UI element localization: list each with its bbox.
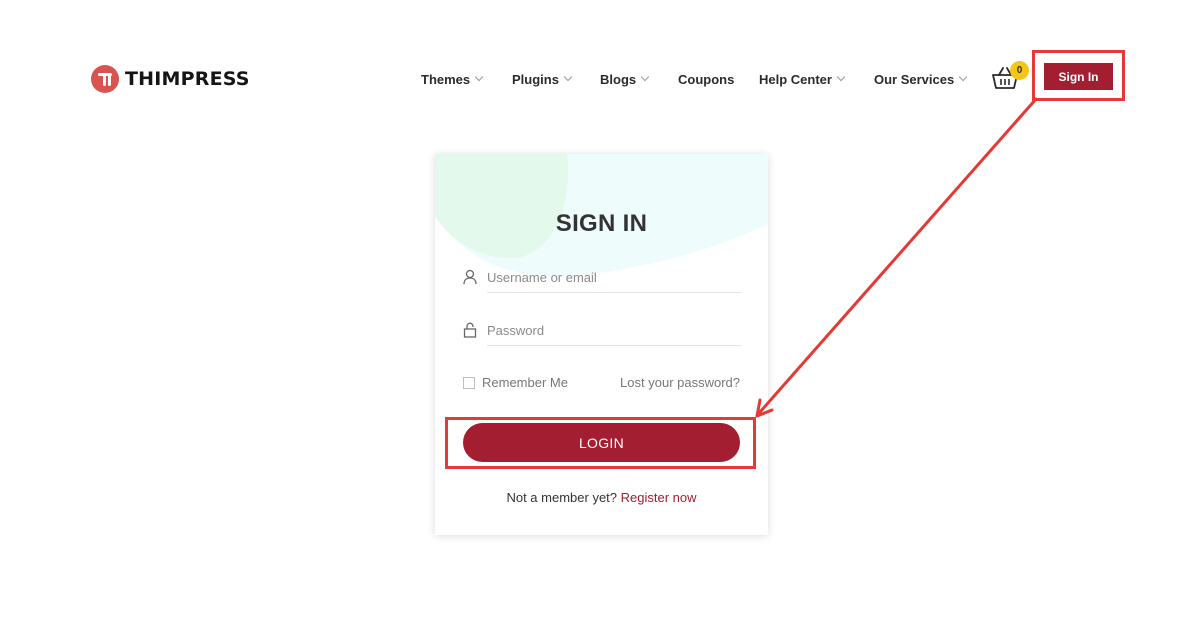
login-title: SIGN IN — [555, 210, 648, 237]
logo-icon — [91, 65, 119, 93]
chevron-down-icon — [474, 72, 484, 82]
nav-item-label: Our Services — [874, 71, 955, 87]
chevron-down-icon — [563, 72, 573, 82]
login-card: SIGN IN Remember Me Lost your password? … — [435, 154, 768, 535]
nav-item-label: Help Center — [759, 71, 832, 87]
checkbox-icon[interactable] — [463, 376, 475, 389]
nav-item-label: Blogs — [600, 71, 637, 87]
brand-name: THIMPRESS — [125, 68, 250, 90]
chevron-down-icon — [640, 72, 650, 82]
user-icon — [463, 269, 477, 285]
password-input[interactable] — [487, 316, 741, 346]
nav-item-label: Themes — [421, 71, 471, 87]
nav-item-our-services[interactable]: Our Services — [874, 71, 968, 87]
brand-logo[interactable]: THIMPRESS — [91, 64, 250, 94]
username-field — [463, 263, 741, 293]
lock-icon — [463, 322, 477, 338]
password-field — [463, 316, 741, 346]
register-prompt-text: Not a member yet? — [506, 490, 618, 505]
nav-item-blogs[interactable]: Blogs — [600, 71, 650, 87]
register-prompt: Not a member yet? Register now — [435, 490, 768, 505]
nav-item-help-center[interactable]: Help Center — [759, 71, 846, 87]
nav-item-label: Plugins — [512, 71, 559, 87]
nav-item-plugins[interactable]: Plugins — [512, 71, 573, 87]
remember-me[interactable]: Remember Me — [463, 375, 568, 390]
chevron-down-icon — [958, 72, 968, 82]
lost-password-link[interactable]: Lost your password? — [620, 375, 740, 390]
username-input[interactable] — [487, 263, 741, 293]
header-sign-in-button[interactable]: Sign In — [1044, 63, 1113, 90]
nav-item-coupons[interactable]: Coupons — [678, 72, 734, 87]
register-link[interactable]: Register now — [621, 490, 697, 505]
chevron-down-icon — [836, 72, 846, 82]
nav-item-label: Coupons — [678, 71, 735, 87]
login-button[interactable]: LOGIN — [463, 423, 740, 462]
cart-count-badge: 0 — [1010, 61, 1029, 80]
nav-item-themes[interactable]: Themes — [421, 71, 484, 87]
remember-me-label: Remember Me — [482, 375, 568, 390]
